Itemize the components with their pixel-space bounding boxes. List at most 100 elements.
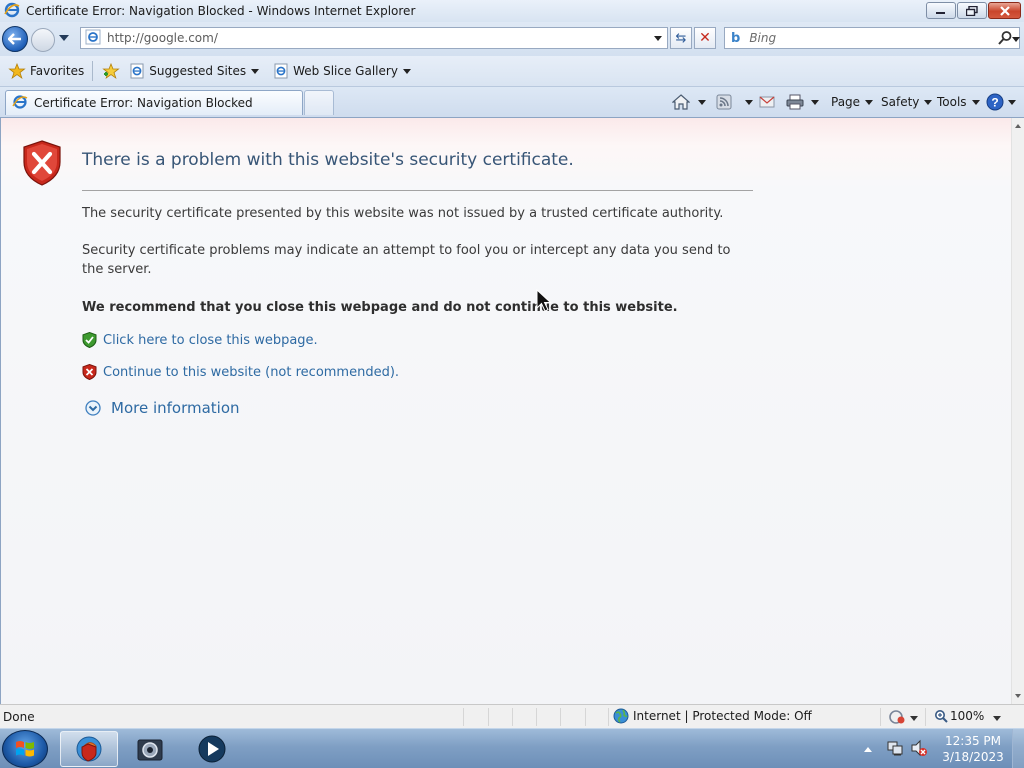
show-desktop-button[interactable] [1012,729,1024,768]
chevron-down-icon[interactable] [745,99,753,105]
scroll-down-arrow-icon[interactable] [1015,694,1021,698]
web-slice-gallery-label: Web Slice Gallery [293,64,398,78]
chevron-down-icon [251,68,260,74]
read-mail-button[interactable] [759,91,775,113]
continue-to-website-link[interactable]: Continue to this website (not recommende… [82,364,399,380]
chevron-down-icon [971,99,980,105]
more-information-toggle[interactable]: More information [85,399,240,417]
favorites-button[interactable]: Favorites [4,59,88,83]
web-slice-gallery-button[interactable]: Web Slice Gallery [269,59,415,83]
favorites-star-icon [8,63,26,79]
help-icon: ? [986,93,1004,111]
back-button[interactable] [2,26,28,52]
mail-icon [759,96,775,108]
new-tab-button[interactable] [304,90,334,115]
separator [925,708,926,726]
zoom-dropdown[interactable] [993,716,1001,721]
close-window-button[interactable] [988,2,1021,19]
folder-camera-icon [137,739,163,761]
taskbar-media-player[interactable] [183,731,241,767]
clock-date: 3/18/2023 [942,750,1004,764]
error-shield-icon [22,140,62,189]
favorites-label: Favorites [30,64,85,78]
chevron-down-icon [402,68,411,74]
taskbar-windows-explorer[interactable] [121,731,179,767]
chevron-down-icon[interactable] [811,99,819,105]
volume-muted-icon[interactable] [910,739,928,760]
internet-explorer-security-icon [76,736,102,762]
globe-icon [613,708,629,724]
red-shield-x-icon [82,364,97,380]
safety-menu-label: Safety [881,95,920,109]
search-placeholder: Bing [749,31,777,45]
vertical-scrollbar[interactable] [1011,118,1024,704]
recent-pages-dropdown[interactable] [59,35,69,41]
security-zone-indicator[interactable]: Internet | Protected Mode: Off [613,708,812,724]
separator [512,708,513,726]
action-center-icon[interactable] [886,739,904,760]
chevron-down-icon [1008,99,1016,105]
page-icon [130,63,144,79]
description-text: The security certificate presented by th… [82,206,724,221]
home-button[interactable] [672,91,706,113]
separator [880,708,881,726]
add-to-favorites-bar-button[interactable] [97,59,125,83]
page-menu-button[interactable]: Page [831,91,874,113]
suggested-sites-label: Suggested Sites [149,64,247,78]
status-bar: Done Internet | Protected Mode: Off 100% [0,704,1024,728]
close-webpage-link[interactable]: Click here to close this webpage. [82,332,318,348]
tab-bar: Certificate Error: Navigation Blocked Pa… [0,87,1024,118]
show-hidden-icons-button[interactable] [864,746,872,752]
stop-button[interactable]: ✕ [694,27,716,49]
separator [488,708,489,726]
search-icon[interactable] [997,30,1013,49]
bing-icon: b [731,30,741,46]
address-dropdown[interactable] [654,36,662,41]
zoom-level-button[interactable]: 100% [934,709,984,723]
window-title: Certificate Error: Navigation Blocked - … [26,4,416,18]
green-shield-check-icon [82,332,97,348]
start-button[interactable] [2,730,48,768]
internet-explorer-icon [4,2,20,21]
separator [92,61,94,81]
taskbar: 12:35 PM 3/18/2023 [0,728,1024,768]
separator [585,708,586,726]
address-field[interactable]: http://google.com/ [80,27,668,49]
continue-to-website-link-text[interactable]: Continue to this website (not recommende… [103,365,399,380]
system-clock[interactable]: 12:35 PM 3/18/2023 [940,733,1006,765]
url-text[interactable]: http://google.com/ [107,31,218,45]
expand-chevron-icon [85,400,101,416]
back-arrow-icon [8,33,21,45]
taskbar-internet-explorer[interactable] [60,731,118,767]
help-button[interactable]: ? [986,91,1016,113]
forward-button[interactable] [31,28,55,52]
close-webpage-link-text[interactable]: Click here to close this webpage. [103,333,318,348]
chevron-down-icon[interactable] [910,716,918,721]
restore-button[interactable] [957,2,987,19]
separator [560,708,561,726]
status-text: Done [3,710,35,724]
search-options-dropdown[interactable] [1012,37,1020,42]
separator [536,708,537,726]
favorites-bar: Favorites Suggested Sites Web Slice Gall… [0,56,1024,87]
tools-menu-button[interactable]: Tools [937,91,980,113]
page-title: There is a problem with this website's s… [82,150,574,170]
zoom-magnifier-icon [935,710,948,723]
manage-addons-icon[interactable] [888,709,906,728]
search-field[interactable]: b Bing [724,27,1020,49]
page-icon [274,63,288,79]
refresh-button[interactable]: ⇆ [670,27,692,49]
suggested-sites-button[interactable]: Suggested Sites [125,59,263,83]
print-button[interactable] [786,91,819,113]
tab-certificate-error[interactable]: Certificate Error: Navigation Blocked [5,90,303,115]
media-player-icon [198,735,226,763]
chevron-down-icon [924,99,933,105]
chevron-down-icon[interactable] [698,99,706,105]
minimize-button[interactable] [926,2,956,19]
rss-feed-icon [716,94,732,110]
safety-menu-button[interactable]: Safety [881,91,933,113]
page-icon [85,29,101,48]
svg-text:?: ? [991,96,998,110]
scroll-up-arrow-icon[interactable] [1015,124,1021,128]
feeds-button[interactable] [716,91,753,113]
